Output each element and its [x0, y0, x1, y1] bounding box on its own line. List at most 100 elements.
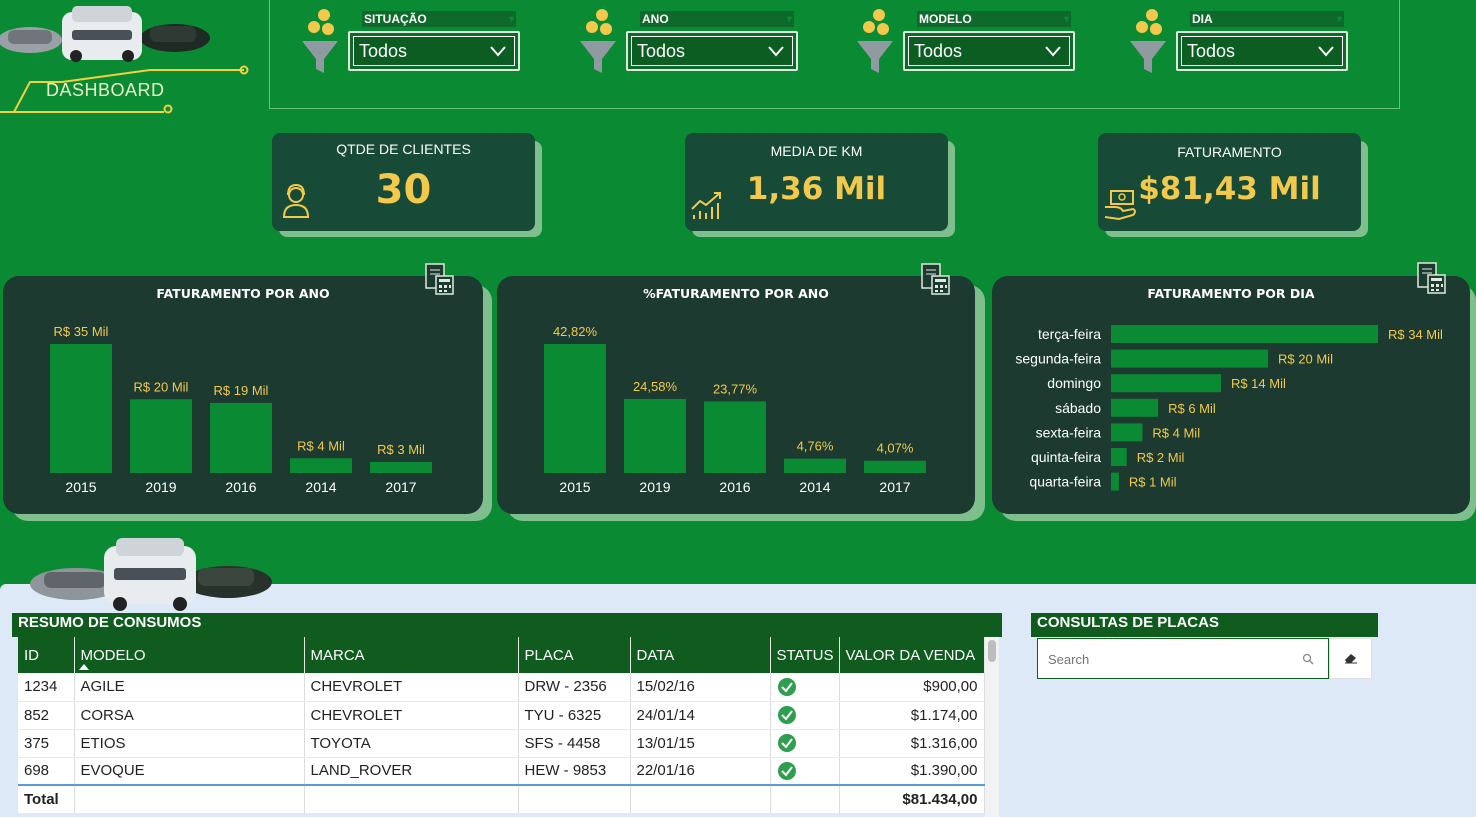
cell-valor: $1.390,00 [839, 757, 985, 786]
cell-modelo: ETIOS [74, 729, 305, 758]
data-label: R$ 20 Mil [1278, 352, 1333, 367]
column-header-marca[interactable]: MARCA [304, 637, 519, 673]
slicer-dia: DIA ▾ Todos [1128, 7, 1358, 77]
selected-value: Todos [914, 41, 963, 61]
check-circle-icon [777, 706, 796, 724]
calculator-icon [921, 263, 950, 295]
cell-status [770, 673, 840, 702]
cell-marca: TOYOTA [304, 729, 519, 758]
total-value: $81.434,00 [839, 784, 985, 813]
cell-status [770, 729, 840, 758]
bar [624, 398, 686, 473]
bar [1111, 448, 1127, 466]
column-header-status[interactable]: STATUS [770, 637, 840, 673]
cell-status [770, 701, 840, 730]
growth-chart-icon [691, 192, 721, 219]
table-row[interactable]: 1234 AGILE CHEVROLET DRW - 2356 15/02/16… [18, 673, 985, 702]
data-label: 23,77% [713, 381, 758, 396]
category-label: segunda-feira [1015, 351, 1101, 367]
column-header-valor[interactable]: VALOR DA VENDA [839, 637, 985, 673]
table-row[interactable]: 698 EVOQUE LAND_ROVER HEW - 9853 22/01/1… [18, 757, 985, 786]
category-label: sexta-feira [1036, 424, 1102, 440]
cell-id: 698 [18, 757, 75, 786]
funnel-icon [580, 9, 616, 73]
data-label: 4,76% [797, 439, 834, 454]
slicer-ano: ANO ▾ Todos [578, 7, 808, 77]
category-label: 2017 [879, 479, 910, 495]
bar [1111, 423, 1143, 442]
check-circle-icon [777, 677, 796, 696]
selected-value: Todos [1187, 41, 1236, 61]
cell-valor: $1.174,00 [839, 701, 985, 730]
slicer-title: ANO ▾ [640, 11, 794, 27]
dia-dropdown[interactable]: Todos [1176, 31, 1348, 71]
kpi-card-km: MEDIA DE KM 1,36 Mil [685, 133, 948, 231]
dashboard-label: DASHBOARD [46, 80, 165, 100]
cell-placa: DRW - 2356 [518, 673, 631, 702]
data-label: R$ 3 Mil [377, 442, 425, 457]
category-label: 2017 [385, 479, 416, 495]
kpi-card-clientes: QTDE DE CLIENTES 30 [272, 133, 535, 231]
table-row[interactable]: 852 CORSA CHEVROLET TYU - 6325 24/01/14 … [18, 701, 985, 730]
category-label: 2014 [799, 479, 830, 495]
scroll-thumb[interactable] [988, 640, 996, 662]
cell-marca: LAND_ROVER [304, 757, 519, 786]
bar-chart-faturamento-ano: R$ 35 Mil 2015 R$ 20 Mil 2019 R$ 19 Mil 2016 R… [50, 324, 432, 495]
column-header-data[interactable]: DATA [630, 637, 771, 673]
bar [210, 402, 272, 473]
search-input[interactable] [1048, 649, 1288, 669]
table-scrollbar[interactable] [985, 637, 999, 817]
cell-status [770, 757, 840, 786]
modelo-dropdown[interactable]: Todos [903, 31, 1075, 71]
category-label: quarta-feira [1029, 474, 1101, 490]
selected-value: Todos [637, 41, 686, 61]
cell-data: 15/02/16 [630, 673, 771, 702]
money-hand-icon [1104, 190, 1136, 221]
total-label: Total [18, 784, 75, 813]
cell-data: 24/01/14 [630, 701, 771, 730]
category-label: domingo [1047, 375, 1101, 391]
cars-image [30, 538, 272, 611]
category-label: sábado [1055, 400, 1101, 416]
column-header-id[interactable]: ID [18, 637, 75, 673]
chevron-down-icon [1045, 46, 1061, 57]
cell-id: 852 [18, 701, 75, 730]
chevron-down-icon [490, 46, 506, 57]
cell-modelo: EVOQUE [74, 757, 305, 786]
category-label: 2019 [639, 479, 670, 495]
chart-panel-percentual-ano: %FATURAMENTO POR ANO 42,82% 2015 24,58% 201… [497, 276, 975, 514]
chart-panel-faturamento-ano: FATURAMENTO POR ANO R$ 35 Mil 2015 R$ 20 M… [3, 276, 483, 514]
ano-dropdown[interactable]: Todos [626, 31, 798, 71]
bar [130, 399, 192, 473]
chevron-down-icon [1318, 46, 1334, 57]
calculator-icon [425, 263, 454, 295]
data-label: R$ 4 Mil [1152, 425, 1200, 440]
chevron-down-icon [768, 46, 784, 57]
column-header-modelo[interactable]: MODELO [74, 637, 305, 673]
table-title: RESUMO DE CONSUMOS [12, 613, 1002, 637]
data-label: R$ 19 Mil [214, 383, 269, 398]
category-label: 2016 [719, 479, 750, 495]
clear-search-button[interactable] [1329, 638, 1372, 679]
category-label: terça-feira [1038, 326, 1101, 342]
data-label: 42,82% [553, 324, 598, 339]
funnel-icon [857, 9, 893, 73]
situacao-dropdown[interactable]: Todos [348, 31, 520, 71]
slicer-situacao: SITUAÇÃO ▾ Todos [300, 7, 530, 77]
data-label: R$ 2 Mil [1137, 450, 1185, 465]
data-label: R$ 6 Mil [1168, 401, 1216, 416]
data-label: 4,07% [877, 441, 914, 456]
kpi-title: FATURAMENTO [1177, 144, 1282, 160]
category-label: 2019 [145, 479, 176, 495]
cell-marca: CHEVROLET [304, 701, 519, 730]
column-header-placa[interactable]: PLACA [518, 637, 631, 673]
cell-data: 13/01/15 [630, 729, 771, 758]
bar [370, 461, 432, 473]
data-label: R$ 35 Mil [54, 324, 109, 339]
cell-marca: CHEVROLET [304, 673, 519, 702]
search-icon[interactable] [1302, 653, 1314, 665]
bar-chart-faturamento-dia: terça-feira R$ 34 Mil segunda-feira R$ 20 M… [1015, 325, 1443, 491]
cell-placa: SFS - 4458 [518, 729, 631, 758]
table-row[interactable]: 375 ETIOS TOYOTA SFS - 4458 13/01/15 $1.… [18, 729, 985, 758]
bar [50, 344, 112, 473]
